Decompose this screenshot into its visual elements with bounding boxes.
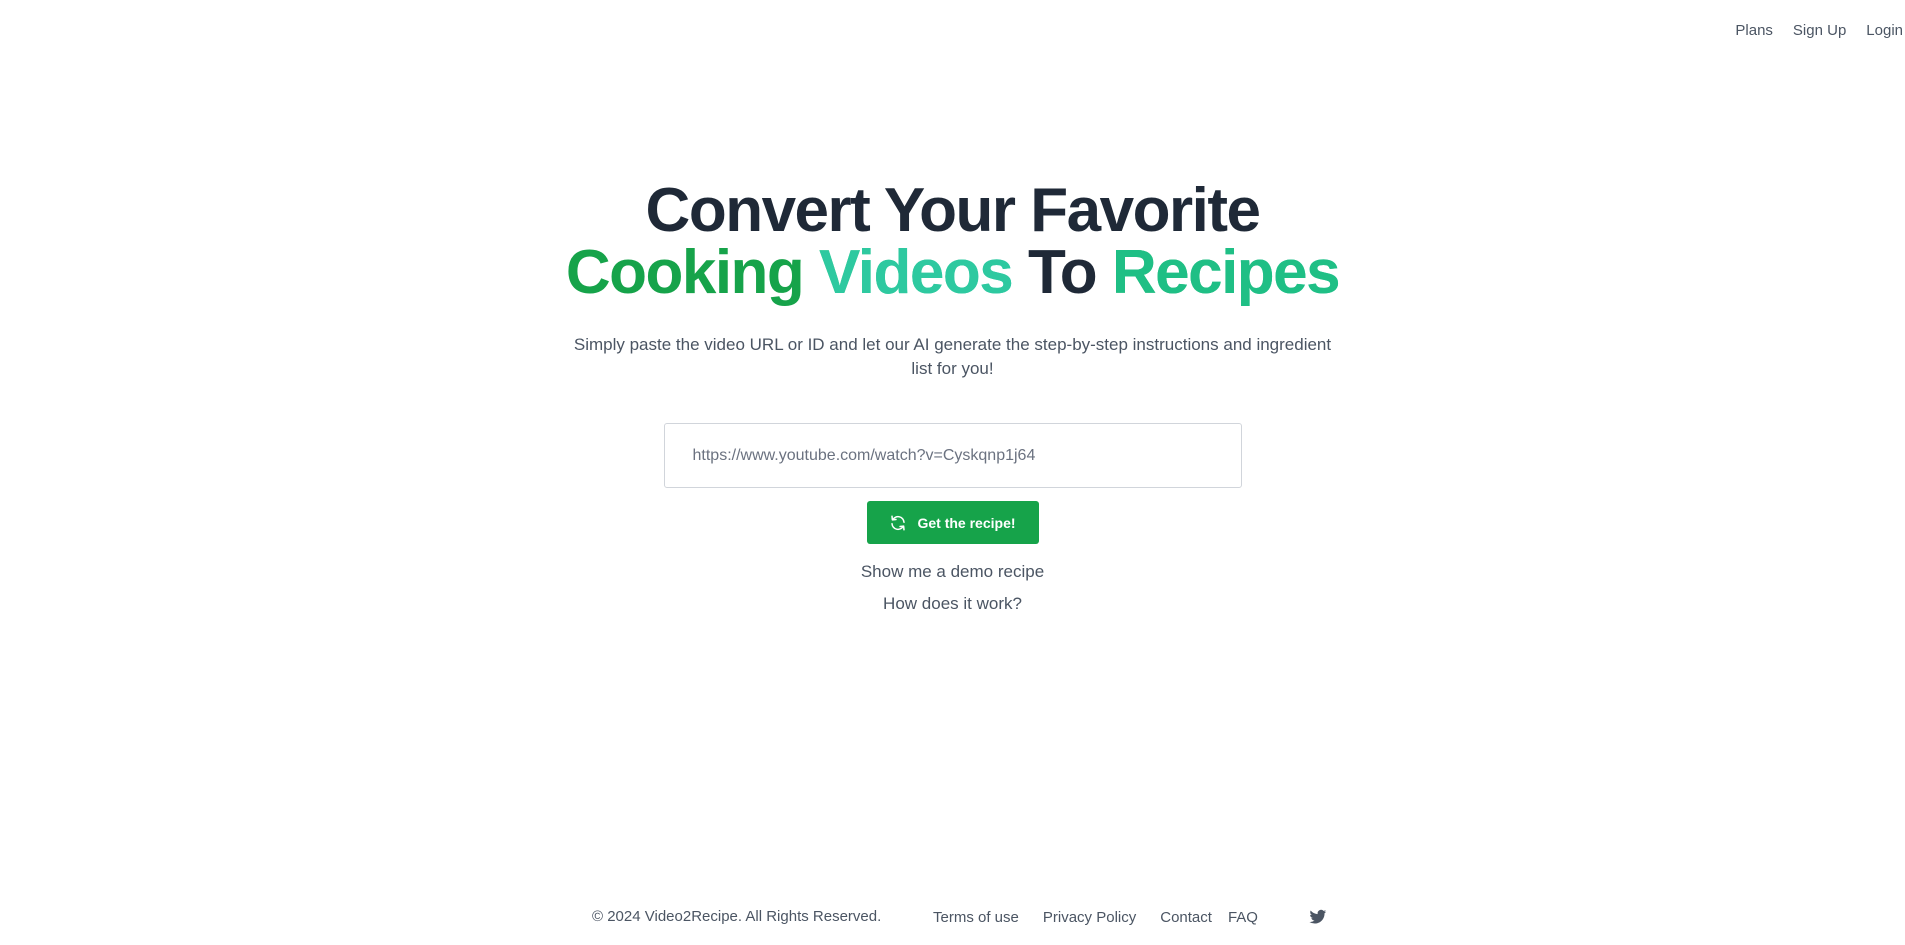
refresh-icon (889, 514, 907, 532)
headline-line-1: Convert Your Favorite (645, 176, 1261, 245)
footer-link-faq[interactable]: FAQ (1228, 909, 1258, 926)
nav-signup-link[interactable]: Sign Up (1783, 22, 1856, 39)
get-recipe-button-label: Get the recipe! (917, 514, 1016, 531)
top-nav: Plans Sign Up Login (1725, 22, 1905, 39)
footer: © 2024 Video2Recipe. All Rights Reserved… (0, 908, 1905, 932)
nav-plans-link[interactable]: Plans (1725, 22, 1783, 39)
hero-subtitle: Simply paste the video URL or ID and let… (573, 335, 1332, 378)
headline-word-cooking: Cooking (565, 238, 805, 307)
page: Plans Sign Up Login Convert Your Favorit… (0, 0, 1905, 945)
video-url-input[interactable] (663, 423, 1242, 488)
headline-word-recipes: Recipes (1111, 238, 1341, 307)
footer-links: Terms of use Privacy Policy Contact FAQ (933, 909, 1282, 926)
nav-login-link[interactable]: Login (1856, 22, 1905, 39)
how-it-works-link[interactable]: How does it work? (0, 594, 1905, 614)
get-recipe-button[interactable]: Get the recipe! (866, 501, 1039, 544)
footer-link-contact[interactable]: Contact (1160, 909, 1212, 926)
twitter-icon[interactable] (1309, 908, 1327, 926)
footer-link-terms[interactable]: Terms of use (933, 909, 1019, 926)
headline-line-2: Cooking Videos To Recipes (0, 242, 1905, 304)
footer-link-privacy[interactable]: Privacy Policy (1043, 909, 1136, 926)
headline-word-to: To (1027, 238, 1098, 307)
headline-word-videos: Videos (819, 238, 1014, 307)
demo-recipe-link[interactable]: Show me a demo recipe (0, 562, 1905, 582)
hero-section: Convert Your Favorite Cooking Videos To … (0, 180, 1905, 614)
headline: Convert Your Favorite Cooking Videos To … (0, 180, 1905, 304)
footer-copyright: © 2024 Video2Recipe. All Rights Reserved… (592, 908, 882, 925)
